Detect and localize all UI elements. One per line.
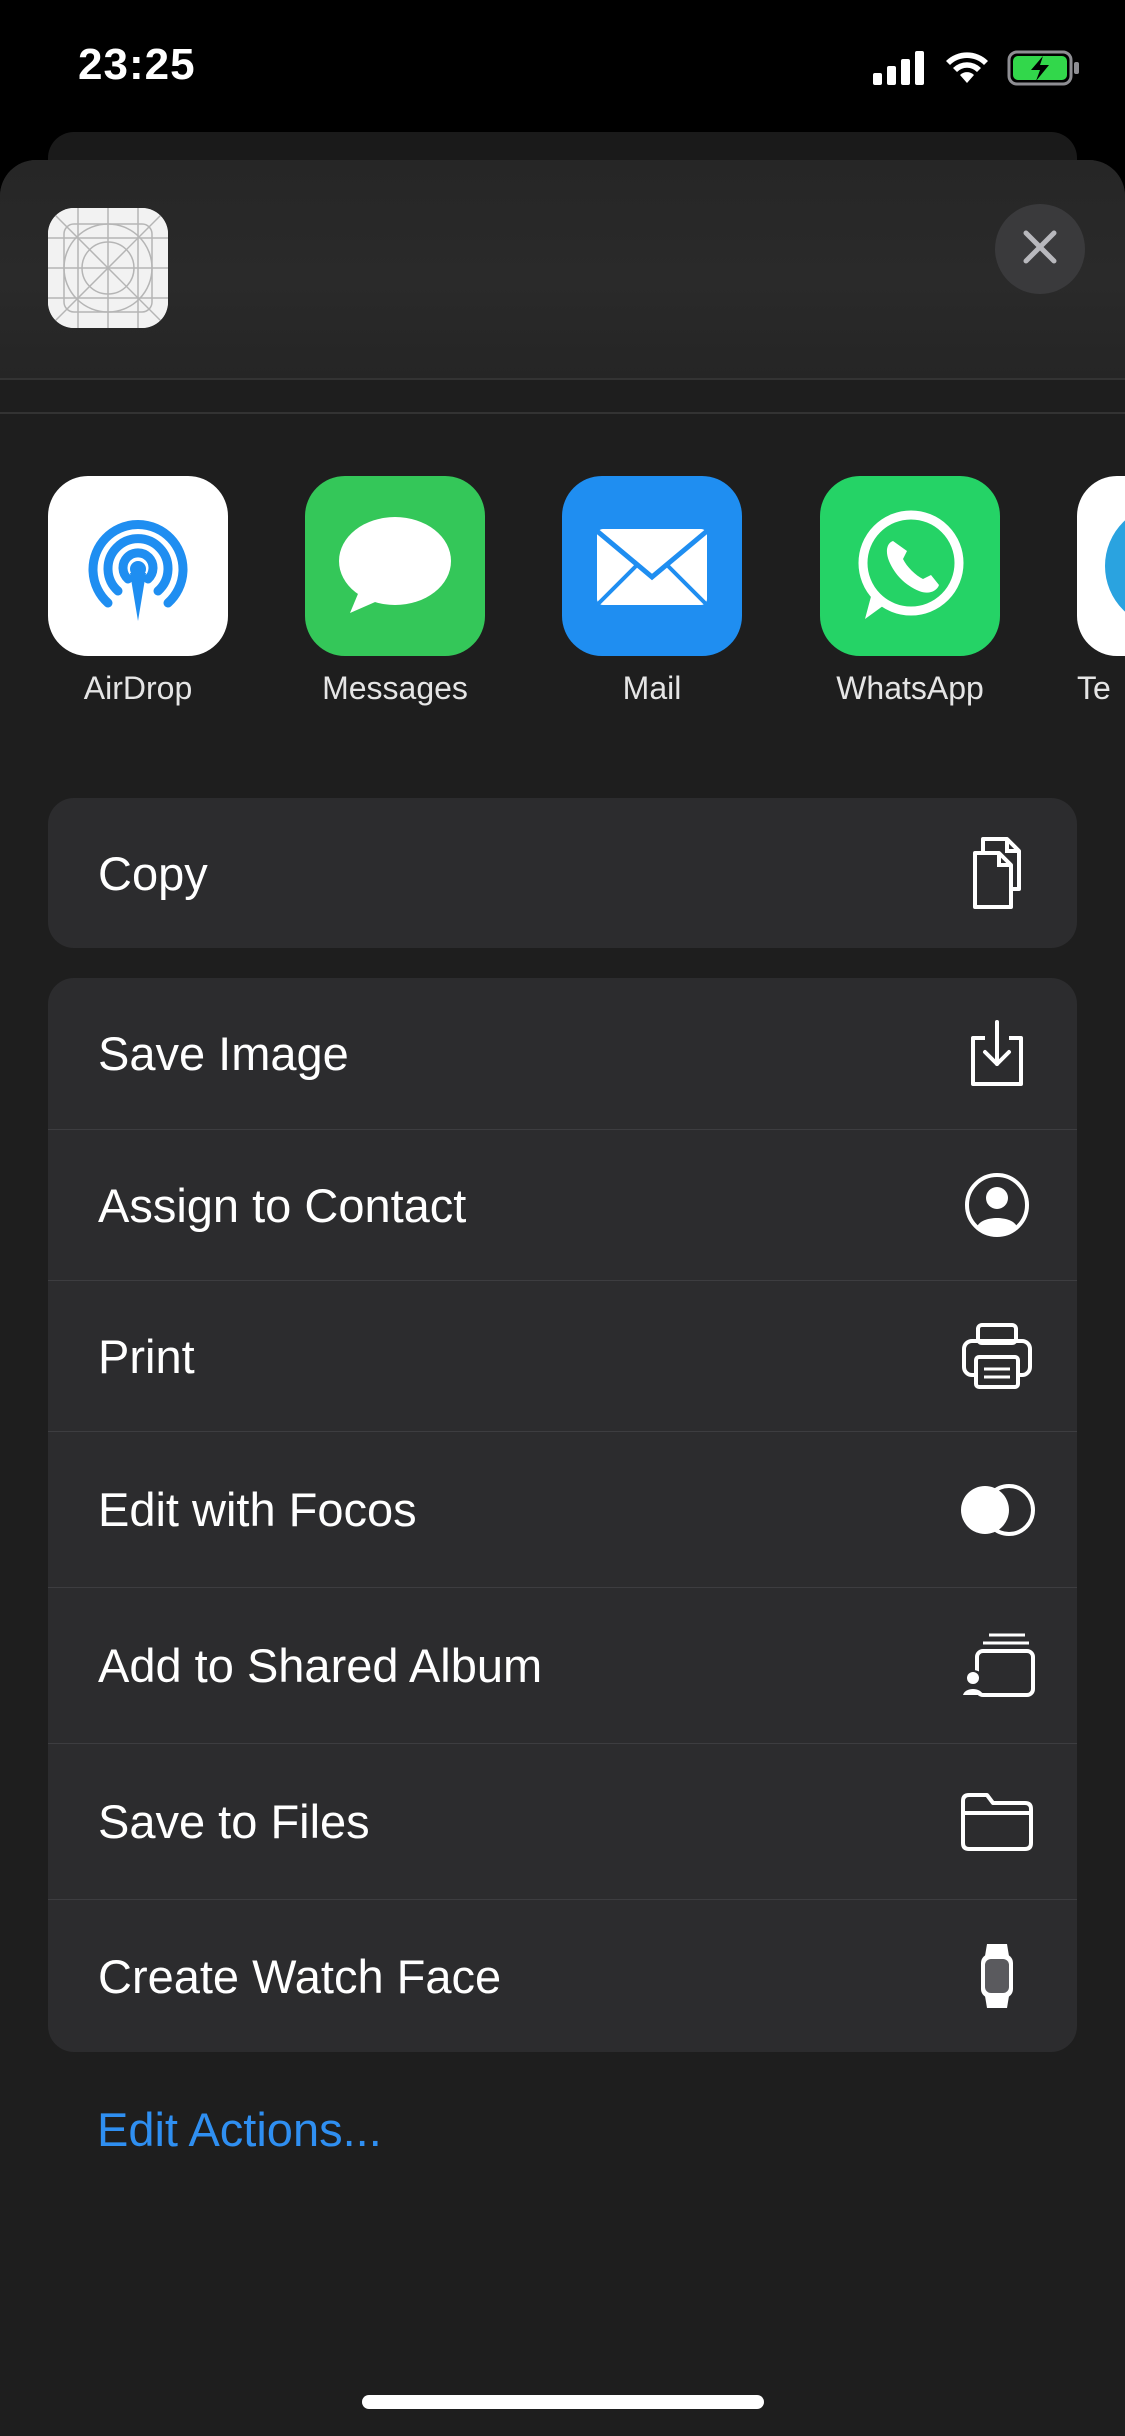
app-mail[interactable]: Mail xyxy=(562,476,742,707)
telegram-icon xyxy=(1077,476,1125,656)
app-label: AirDrop xyxy=(83,670,193,706)
printer-icon xyxy=(957,1316,1037,1396)
app-airdrop[interactable]: AirDrop xyxy=(48,476,228,707)
app-label: WhatsApp xyxy=(836,670,984,706)
action-print[interactable]: Print xyxy=(48,1280,1077,1431)
app-messages[interactable]: Messages xyxy=(305,476,485,707)
action-shared-album[interactable]: Add to Shared Album xyxy=(48,1587,1077,1743)
cellular-signal-icon xyxy=(873,51,927,90)
airdrop-icon xyxy=(48,476,228,656)
action-edit-focos[interactable]: Edit with Focos xyxy=(48,1431,1077,1587)
focos-icon xyxy=(957,1470,1037,1550)
app-label: Messages xyxy=(322,670,468,706)
close-icon xyxy=(1021,228,1059,271)
divider xyxy=(0,412,1125,414)
action-save-files[interactable]: Save to Files xyxy=(48,1743,1077,1899)
share-sheet-header xyxy=(0,160,1125,378)
action-label: Create Watch Face xyxy=(98,1949,502,2003)
status-time: 23:25 xyxy=(78,40,196,89)
action-save-image[interactable]: Save Image xyxy=(48,978,1077,1129)
action-label: Add to Shared Album xyxy=(98,1639,543,1692)
action-label: Assign to Contact xyxy=(98,1178,467,1232)
action-label: Copy xyxy=(98,846,208,900)
messages-icon xyxy=(305,476,485,656)
mail-icon xyxy=(562,476,742,656)
wifi-icon xyxy=(945,51,989,90)
contact-icon xyxy=(957,1165,1037,1245)
action-copy[interactable]: Copy xyxy=(48,798,1077,948)
close-button[interactable] xyxy=(995,204,1085,294)
action-label: Print xyxy=(98,1329,195,1383)
app-label: Mail xyxy=(622,670,682,706)
action-label: Save to Files xyxy=(98,1795,370,1848)
folder-icon xyxy=(957,1782,1037,1862)
shared-album-icon xyxy=(957,1626,1037,1706)
action-watch-face[interactable]: Create Watch Face xyxy=(48,1899,1077,2052)
edit-actions-link[interactable]: Edit Actions... xyxy=(97,2102,382,2157)
status-icons xyxy=(873,50,1081,91)
action-label: Save Image xyxy=(98,1027,349,1080)
app-label: Te xyxy=(1077,670,1111,706)
save-image-icon xyxy=(957,1014,1037,1094)
app-telegram[interactable]: Te xyxy=(1077,476,1125,707)
whatsapp-icon xyxy=(820,476,1000,656)
actions-group: Save Image Assign to Contact Print Edit … xyxy=(48,978,1077,2052)
home-indicator[interactable] xyxy=(362,2395,764,2409)
battery-charging-icon xyxy=(1007,50,1081,91)
app-whatsapp[interactable]: WhatsApp xyxy=(820,476,1000,707)
action-assign-contact[interactable]: Assign to Contact xyxy=(48,1129,1077,1280)
copy-icon xyxy=(957,833,1037,913)
watch-icon xyxy=(957,1936,1037,2016)
divider xyxy=(0,378,1125,380)
status-bar: 23:25 xyxy=(0,0,1125,132)
app-icon-template-thumbnail xyxy=(48,208,168,328)
share-apps-row: AirDrop Messages Mail WhatsApp Te xyxy=(0,476,1125,736)
copy-group: Copy xyxy=(48,798,1077,948)
action-label: Edit with Focos xyxy=(98,1483,417,1536)
share-sheet: AirDrop Messages Mail WhatsApp Te Copy S… xyxy=(0,160,1125,2436)
